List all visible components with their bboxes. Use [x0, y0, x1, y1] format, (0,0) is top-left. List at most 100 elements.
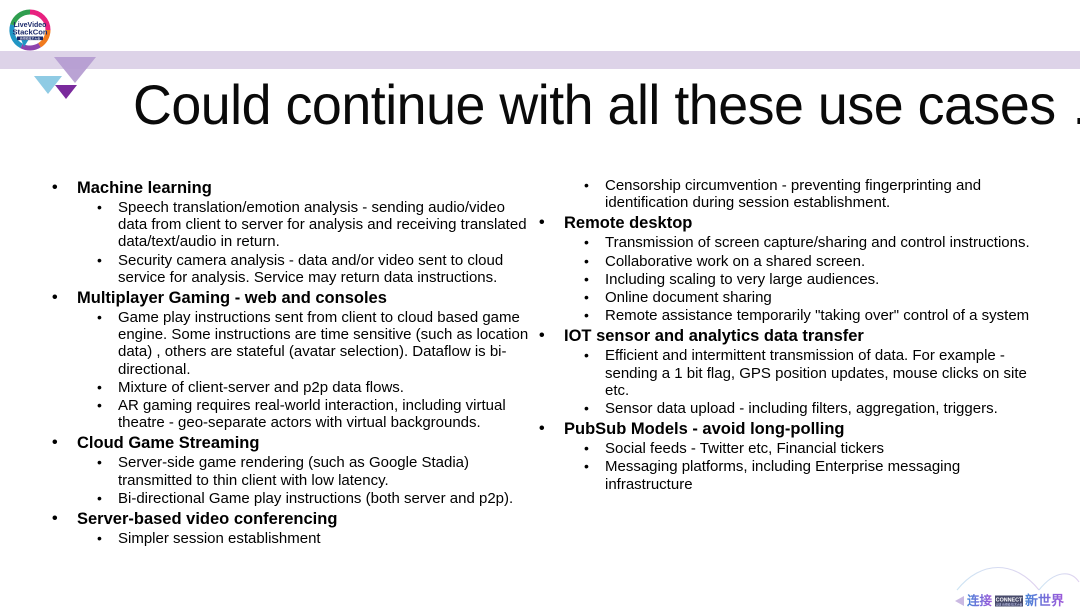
subtopic-label: Mixture of client-server and p2p data fl…: [118, 378, 404, 396]
sub-bullet-list: • Social feeds - Twitter etc, Financial …: [532, 440, 1032, 493]
list-item: • Censorship circumvention - preventing …: [532, 177, 1032, 211]
subtopic-row: • Censorship circumvention - preventing …: [532, 177, 1032, 211]
bullet-icon: •: [584, 234, 589, 251]
topic-label: Cloud Game Streaming: [77, 434, 260, 453]
subtopic-row: • Sensor data upload - including filters…: [532, 400, 1032, 417]
subtopic-label: Messaging platforms, including Enterpris…: [605, 458, 961, 493]
list-item: • Simpler session establishment: [45, 530, 535, 547]
list-item: • Remote assistance temporarily "taking …: [532, 307, 1032, 324]
subtopic-label: Server-side game rendering (such as Goog…: [118, 454, 470, 489]
topic-heading: • Multiplayer Gaming - web and consoles: [45, 288, 535, 308]
list-item: • Server-side game rendering (such as Go…: [45, 454, 535, 488]
list-item: • Security camera analysis - data and/or…: [45, 252, 535, 286]
bullet-icon: •: [584, 347, 589, 364]
topic-heading: • Cloud Game Streaming: [45, 433, 535, 453]
subtopic-row: • Including scaling to very large audien…: [532, 271, 1032, 288]
livevideostackcon-logo: LiveVideo StackCon 音视频技术大会: [7, 7, 53, 53]
subtopic-row: • Security camera analysis - data and/or…: [45, 252, 535, 286]
list-item: • Messaging platforms, including Enterpr…: [532, 458, 1032, 492]
subtopic-row: • Server-side game rendering (such as Go…: [45, 454, 535, 488]
subtopic-row: • Simpler session establishment: [45, 530, 535, 547]
list-item: • Bi-directional Game play instructions …: [45, 490, 535, 507]
list-item: • Server-based video conferencing • Simp…: [45, 509, 535, 547]
topic-heading: • IOT sensor and analytics data transfer: [532, 326, 1032, 346]
subtopic-row: • Mixture of client-server and p2p data …: [45, 379, 535, 396]
bullet-icon: •: [97, 309, 102, 326]
list-item: • Online document sharing: [532, 289, 1032, 306]
bullet-icon: •: [584, 252, 589, 269]
list-item: • Remote desktop • Transmission of scree…: [532, 213, 1032, 324]
bullet-icon: •: [97, 454, 102, 471]
list-item: • IOT sensor and analytics data transfer…: [532, 326, 1032, 417]
subtopic-label: Collaborative work on a shared screen.: [605, 252, 866, 270]
bullet-icon: •: [97, 397, 102, 414]
sub-bullet-list: • Transmission of screen capture/sharing…: [532, 234, 1032, 324]
topic-label: Machine learning: [77, 179, 212, 197]
subtopic-row: • Speech translation/emotion analysis - …: [45, 199, 535, 251]
list-item: • Multiplayer Gaming - web and consoles …: [45, 288, 535, 431]
bullet-icon: •: [97, 489, 102, 506]
bullet-icon: •: [52, 179, 58, 196]
slide-canvas: LiveVideo StackCon 音视频技术大会 Could continu…: [0, 0, 1080, 608]
list-item: • Speech translation/emotion analysis - …: [45, 199, 535, 251]
bullet-icon: •: [584, 440, 589, 457]
list-item: • PubSub Models - avoid long-polling • S…: [532, 419, 1032, 493]
sub-bullet-list: • Speech translation/emotion analysis - …: [45, 199, 535, 286]
list-item: • AR gaming requires real-world interact…: [45, 397, 535, 431]
left-column: • Machine learning • Speech translation/…: [45, 176, 535, 547]
topic-heading: • Remote desktop: [532, 213, 1032, 233]
list-item: • Sensor data upload - including filters…: [532, 400, 1032, 417]
subtopic-label: Speech translation/emotion analysis - se…: [118, 199, 527, 251]
bullet-icon: •: [52, 289, 58, 307]
list-item: • Efficient and intermittent transmissio…: [532, 347, 1032, 399]
subtopic-label: Transmission of screen capture/sharing a…: [605, 234, 1030, 252]
subtopic-row: • Collaborative work on a shared screen.: [532, 253, 1032, 270]
subtopic-label: Bi-directional Game play instructions (b…: [118, 489, 514, 507]
topic-heading: • PubSub Models - avoid long-polling: [532, 419, 1032, 439]
sub-bullet-list: • Simpler session establishment: [45, 530, 535, 547]
topic-heading: • Machine learning: [45, 178, 535, 198]
decorative-triangle-small: [55, 85, 77, 99]
sub-bullet-list: • Server-side game rendering (such as Go…: [45, 454, 535, 507]
list-item: • Censorship circumvention - preventing …: [532, 177, 1032, 211]
topic-label: Multiplayer Gaming - web and consoles: [77, 289, 387, 308]
header-accent-band: [0, 51, 1080, 69]
topic-label: Remote desktop: [564, 214, 693, 233]
bullet-list-left: • Machine learning • Speech translation/…: [45, 178, 535, 547]
subtopic-label: Social feeds - Twitter etc, Financial ti…: [605, 440, 884, 458]
page-title: Could continue with all these use cases …: [133, 73, 1080, 136]
svg-text:新世界: 新世界: [1025, 593, 1064, 608]
subtopic-row: • Online document sharing: [532, 289, 1032, 306]
subtopic-label: Game play instructions sent from client …: [118, 309, 529, 378]
bullet-icon: •: [97, 378, 102, 395]
bullet-icon: •: [539, 420, 545, 438]
subtopic-label: Including scaling to very large audience…: [605, 270, 880, 288]
subtopic-row: • Remote assistance temporarily "taking …: [532, 307, 1032, 324]
subtopic-row: • Bi-directional Game play instructions …: [45, 490, 535, 507]
subtopic-label: AR gaming requires real-world interactio…: [118, 397, 506, 432]
topic-label: PubSub Models - avoid long-polling: [564, 420, 845, 439]
subtopic-row: • Game play instructions sent from clien…: [45, 309, 535, 378]
subtopic-row: • Messaging platforms, including Enterpr…: [532, 458, 1032, 492]
bullet-icon: •: [52, 510, 58, 528]
list-item: • Transmission of screen capture/sharing…: [532, 234, 1032, 251]
sub-bullet-list: • Censorship circumvention - preventing …: [532, 177, 1032, 211]
subtopic-label: Efficient and intermittent transmission …: [605, 347, 1027, 399]
subtopic-row: • Transmission of screen capture/sharing…: [532, 234, 1032, 251]
svg-text:StackCon: StackCon: [12, 28, 47, 37]
bullet-icon: •: [539, 214, 545, 232]
list-item: • Machine learning • Speech translation/…: [45, 178, 535, 286]
svg-text:全球 音视频 技术大会: 全球 音视频 技术大会: [996, 603, 1023, 607]
bullet-icon: •: [584, 177, 589, 193]
bullet-list-right: • Censorship circumvention - preventing …: [532, 177, 1032, 493]
list-item: • Collaborative work on a shared screen.: [532, 253, 1032, 270]
list-item: • Social feeds - Twitter etc, Financial …: [532, 440, 1032, 457]
bullet-icon: •: [52, 434, 58, 452]
topic-label: IOT sensor and analytics data transfer: [564, 327, 864, 346]
subtopic-row: • Social feeds - Twitter etc, Financial …: [532, 440, 1032, 457]
bullet-icon: •: [97, 199, 102, 215]
list-item: • Mixture of client-server and p2p data …: [45, 379, 535, 396]
sub-bullet-list: • Game play instructions sent from clien…: [45, 309, 535, 431]
list-item: • Game play instructions sent from clien…: [45, 309, 535, 378]
connect-new-world-watermark: 连接 CONNECT 全球 音视频 技术大会 新世界: [955, 546, 1080, 608]
